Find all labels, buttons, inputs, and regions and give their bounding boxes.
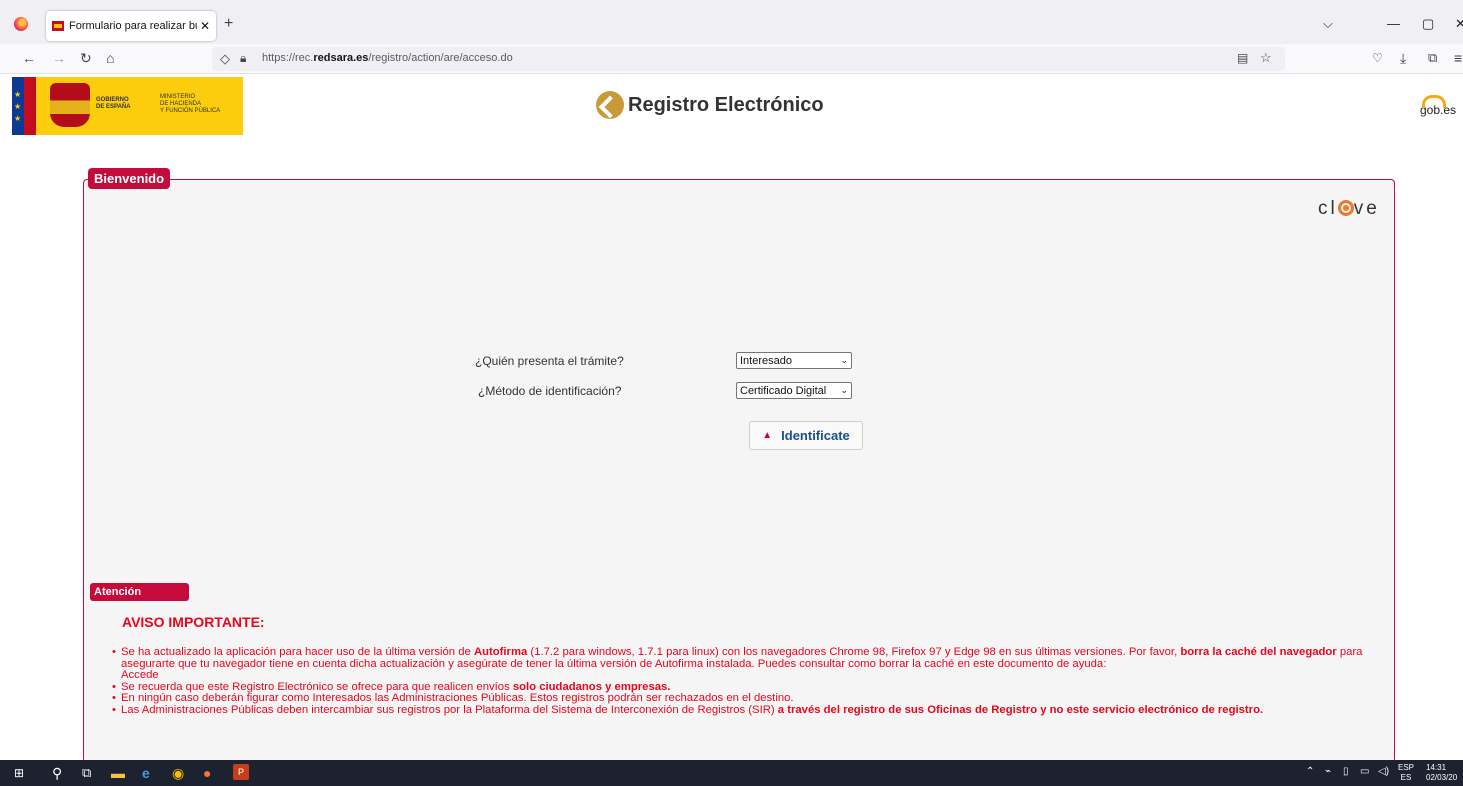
- new-tab-button[interactable]: +: [224, 16, 233, 32]
- network-icon[interactable]: ⌁: [1325, 766, 1331, 777]
- maximize-button[interactable]: ▢: [1422, 16, 1434, 32]
- identify-button[interactable]: ▲ Identificate: [749, 421, 863, 450]
- back-icon[interactable]: ←: [22, 50, 36, 66]
- list-all-tabs-icon[interactable]: ⌵: [1323, 16, 1333, 32]
- site-title: Registro Electrónico: [628, 93, 824, 116]
- reader-view-icon[interactable]: ▤: [1237, 50, 1248, 66]
- download-icon[interactable]: ⤓: [1400, 50, 1406, 66]
- identification-method-select[interactable]: Certificado Digital ⌄: [736, 382, 852, 399]
- chrome-icon[interactable]: ◉: [172, 765, 184, 781]
- question-method-label: ¿Método de identificación?: [478, 384, 622, 398]
- gob-es-logo[interactable]: gob.es: [1420, 95, 1456, 117]
- question-presenter-label: ¿Quién presenta el trámite?: [475, 354, 624, 368]
- browser-tab-active[interactable]: Formulario para realizar búsque ✕: [46, 11, 216, 41]
- display-icon[interactable]: ▭: [1360, 766, 1369, 777]
- site-favicon-icon: [52, 21, 64, 31]
- bookmark-star-icon[interactable]: ☆: [1260, 50, 1272, 66]
- chevron-down-icon: ⌄: [840, 355, 848, 365]
- spain-flag-strip: [24, 77, 36, 135]
- star-icon: ★: [14, 114, 22, 123]
- show-hidden-icons[interactable]: ⌃: [1306, 766, 1314, 777]
- panel-legend: Bienvenido: [88, 168, 171, 189]
- star-icon: ★: [14, 102, 22, 111]
- gobierno-logo[interactable]: ★ ★ ★ GOBIERNO DE ESPAÑA MINISTERIO DE HAC…: [12, 77, 243, 135]
- clave-logo: cl ve: [1318, 198, 1380, 219]
- tab-title: Formulario para realizar búsque: [69, 20, 197, 32]
- ministerio-text: MINISTERIO DE HACIENDA Y FUNCIÓN PÚBLICA: [160, 94, 221, 114]
- pocket-icon[interactable]: ♡: [1372, 50, 1383, 66]
- powerpoint-icon[interactable]: P: [233, 764, 249, 780]
- search-icon[interactable]: ⚲: [52, 765, 62, 781]
- menu-icon[interactable]: ≡: [1454, 50, 1462, 66]
- extensions-icon[interactable]: ⧉: [1428, 50, 1437, 66]
- attention-legend: Atención: [90, 583, 189, 601]
- internet-explorer-icon[interactable]: e: [142, 765, 150, 781]
- registro-electronico-logo[interactable]: Registro Electrónico: [596, 89, 824, 121]
- list-item: Se ha actualizado la aplicación para hac…: [106, 646, 1368, 682]
- coat-of-arms-icon: [50, 83, 90, 127]
- firefox-icon[interactable]: ●: [203, 765, 211, 781]
- home-icon[interactable]: ⌂: [106, 50, 114, 66]
- tab-close-icon[interactable]: ✕: [200, 19, 210, 33]
- shield-icon[interactable]: ◇: [220, 51, 230, 67]
- input-language[interactable]: ESP ES: [1398, 763, 1414, 783]
- star-icon: ★: [14, 90, 22, 99]
- start-icon[interactable]: ⊞: [14, 765, 24, 781]
- registro-mark-icon: [596, 91, 624, 119]
- lock-icon[interactable]: 🔒︎: [240, 50, 246, 66]
- gobierno-text: GOBIERNO DE ESPAÑA: [96, 97, 131, 110]
- reload-icon[interactable]: ↻: [80, 50, 92, 66]
- chevron-down-icon: ⌄: [840, 385, 848, 395]
- url-text[interactable]: https://rec.redsara.es/registro/action/a…: [262, 52, 513, 64]
- identify-button-label: Identificate: [781, 428, 850, 443]
- url-bar[interactable]: ◇ 🔒︎ https://rec.redsara.es/registro/act…: [212, 47, 1285, 71]
- user-icon: ▲: [762, 430, 773, 441]
- volume-icon[interactable]: ◁): [1378, 766, 1389, 777]
- presenter-select[interactable]: Interesado ⌄: [736, 352, 852, 369]
- clock[interactable]: 14:31 02/03/20: [1426, 763, 1457, 783]
- browser-navigation-bar: ← → ↻ ⌂ ◇ 🔒︎ https://rec.redsara.es/regi…: [0, 44, 1463, 74]
- firefox-icon[interactable]: [14, 17, 28, 31]
- battery-icon[interactable]: ▯: [1343, 766, 1349, 777]
- list-item: Las Administraciones Públicas deben inte…: [106, 704, 1368, 717]
- clave-o-icon: [1337, 200, 1354, 216]
- browser-tab-bar: Formulario para realizar búsque ✕ + ⌵ — …: [0, 0, 1463, 44]
- notice-heading: AVISO IMPORTANTE:: [122, 614, 265, 630]
- close-window-button[interactable]: ✕: [1455, 16, 1463, 32]
- windows-taskbar: ⊞ ⚲ ⧉ ▬ e ◉ ● P ⌃ ⌁ ▯ ▭ ◁) ESP ES 14:31 02…: [0, 760, 1463, 786]
- minimize-button[interactable]: —: [1387, 16, 1400, 31]
- task-view-icon[interactable]: ⧉: [82, 765, 91, 781]
- file-explorer-icon[interactable]: ▬: [111, 765, 125, 781]
- notice-list: Se ha actualizado la aplicación para hac…: [106, 646, 1368, 717]
- forward-icon[interactable]: →: [52, 50, 66, 66]
